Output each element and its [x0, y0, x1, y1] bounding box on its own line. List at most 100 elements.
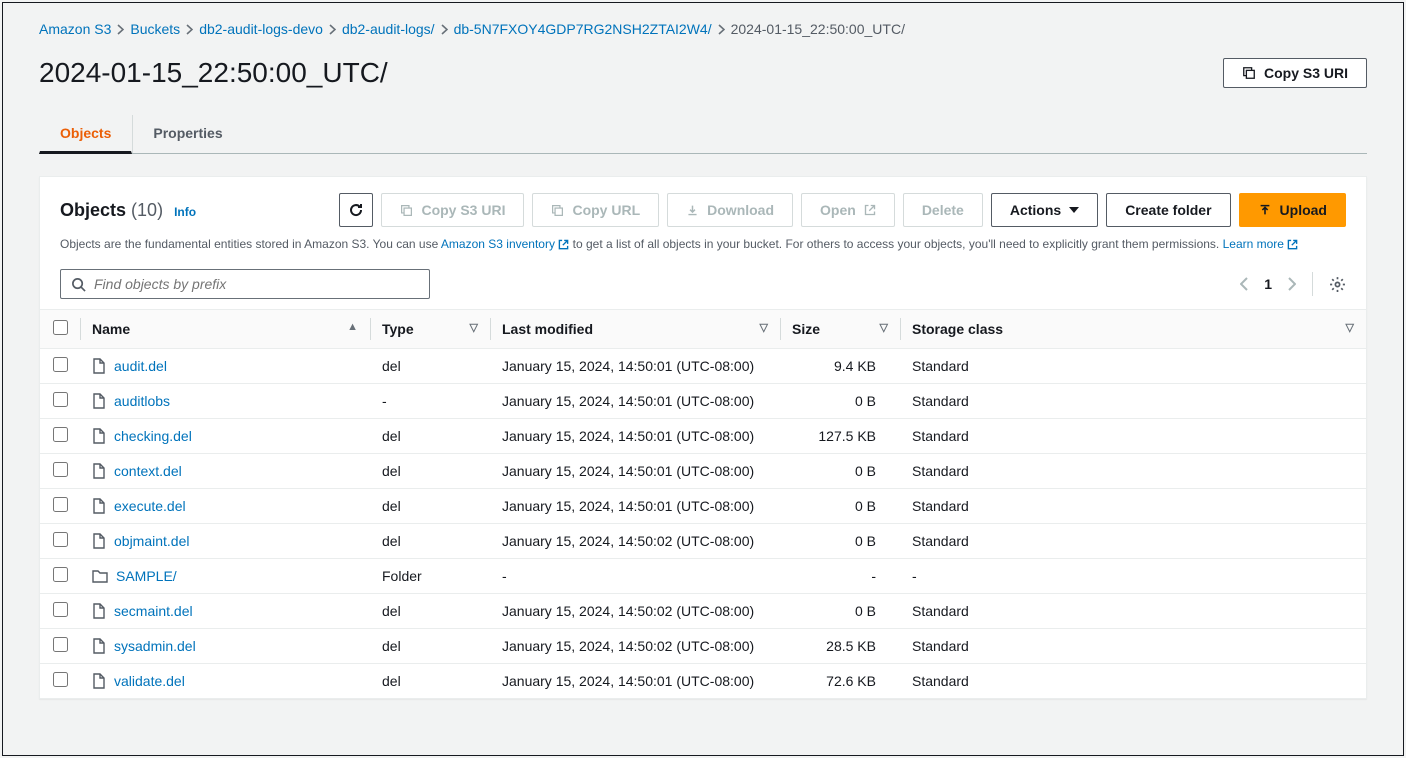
- col-name[interactable]: Name: [92, 321, 130, 337]
- row-checkbox[interactable]: [53, 672, 68, 687]
- actions-button[interactable]: Actions: [991, 193, 1098, 227]
- cell-modified: -: [490, 559, 780, 594]
- row-checkbox[interactable]: [53, 392, 68, 407]
- cell-modified: January 15, 2024, 14:50:01 (UTC-08:00): [490, 454, 780, 489]
- object-link[interactable]: auditlobs: [114, 393, 170, 409]
- col-size[interactable]: Size: [792, 321, 820, 337]
- select-all-checkbox[interactable]: [53, 320, 68, 335]
- row-checkbox[interactable]: [53, 602, 68, 617]
- cell-storage: Standard: [900, 349, 1366, 384]
- file-icon: [92, 673, 106, 689]
- chevron-right-icon: [186, 24, 193, 35]
- folder-icon: [92, 569, 108, 583]
- info-link[interactable]: Info: [174, 205, 196, 219]
- object-link[interactable]: execute.del: [114, 498, 186, 514]
- row-checkbox[interactable]: [53, 427, 68, 442]
- object-link[interactable]: secmaint.del: [114, 603, 193, 619]
- breadcrumb-item[interactable]: Buckets: [130, 21, 180, 37]
- cell-type: del: [370, 524, 490, 559]
- open-button[interactable]: Open: [801, 193, 895, 227]
- copy-url-button[interactable]: Copy URL: [532, 193, 659, 227]
- file-icon: [92, 603, 106, 619]
- col-type[interactable]: Type: [382, 321, 414, 337]
- objects-panel: Objects (10) Info Copy S3 URI: [39, 176, 1367, 699]
- tab-objects[interactable]: Objects: [39, 115, 132, 154]
- upload-button[interactable]: Upload: [1239, 193, 1346, 227]
- prev-page-button[interactable]: [1240, 277, 1248, 291]
- cell-modified: January 15, 2024, 14:50:02 (UTC-08:00): [490, 594, 780, 629]
- row-checkbox[interactable]: [53, 567, 68, 582]
- cell-storage: Standard: [900, 664, 1366, 699]
- search-input[interactable]: [94, 276, 419, 292]
- search-box[interactable]: [60, 269, 430, 299]
- row-checkbox[interactable]: [53, 462, 68, 477]
- object-link[interactable]: objmaint.del: [114, 533, 190, 549]
- cell-storage: -: [900, 559, 1366, 594]
- cell-type: del: [370, 419, 490, 454]
- cell-type: del: [370, 454, 490, 489]
- delete-button[interactable]: Delete: [903, 193, 983, 227]
- object-link[interactable]: context.del: [114, 463, 182, 479]
- table-row: SAMPLE/Folder---: [40, 559, 1366, 594]
- chevron-right-icon: [117, 24, 124, 35]
- actions-label: Actions: [1010, 202, 1061, 218]
- sort-icon: ▽: [470, 321, 478, 334]
- next-page-button[interactable]: [1288, 277, 1296, 291]
- sort-asc-icon: ▲: [347, 321, 358, 333]
- panel-title-text: Objects: [60, 200, 126, 220]
- learn-more-link[interactable]: Learn more: [1223, 237, 1299, 251]
- row-checkbox[interactable]: [53, 637, 68, 652]
- cell-storage: Standard: [900, 524, 1366, 559]
- cell-type: del: [370, 664, 490, 699]
- external-icon: [558, 239, 569, 250]
- learn-more-text: Learn more: [1223, 237, 1284, 251]
- cell-modified: January 15, 2024, 14:50:01 (UTC-08:00): [490, 384, 780, 419]
- settings-button[interactable]: [1329, 276, 1346, 293]
- object-link[interactable]: audit.del: [114, 358, 167, 374]
- col-modified[interactable]: Last modified: [502, 321, 593, 337]
- cell-size: 0 B: [780, 594, 900, 629]
- tab-properties[interactable]: Properties: [132, 115, 243, 153]
- open-label: Open: [820, 202, 856, 218]
- cell-modified: January 15, 2024, 14:50:01 (UTC-08:00): [490, 664, 780, 699]
- object-link[interactable]: sysadmin.del: [114, 638, 196, 654]
- chevron-right-icon: [329, 24, 336, 35]
- row-checkbox[interactable]: [53, 357, 68, 372]
- refresh-icon: [348, 202, 364, 218]
- copy-s3-uri-toolbar-button[interactable]: Copy S3 URI: [381, 193, 524, 227]
- objects-table: Name▲ Type▽ Last modified▽ Size▽ Storage…: [40, 309, 1366, 698]
- file-icon: [92, 463, 106, 479]
- create-folder-button[interactable]: Create folder: [1106, 193, 1230, 227]
- object-link[interactable]: SAMPLE/: [116, 568, 177, 584]
- cell-storage: Standard: [900, 419, 1366, 454]
- cell-storage: Standard: [900, 454, 1366, 489]
- row-checkbox[interactable]: [53, 532, 68, 547]
- breadcrumb-item[interactable]: Amazon S3: [39, 21, 111, 37]
- cell-size: 9.4 KB: [780, 349, 900, 384]
- breadcrumb-item[interactable]: db2-audit-logs/: [342, 21, 435, 37]
- search-icon: [71, 277, 86, 292]
- cell-size: 0 B: [780, 454, 900, 489]
- copy-icon: [551, 204, 564, 217]
- delete-label: Delete: [922, 202, 964, 218]
- cell-size: 127.5 KB: [780, 419, 900, 454]
- table-row: execute.deldelJanuary 15, 2024, 14:50:01…: [40, 489, 1366, 524]
- row-checkbox[interactable]: [53, 497, 68, 512]
- cell-type: del: [370, 629, 490, 664]
- inventory-link[interactable]: Amazon S3 inventory: [441, 237, 569, 251]
- chevron-right-icon: [441, 24, 448, 35]
- download-button[interactable]: Download: [667, 193, 793, 227]
- object-link[interactable]: validate.del: [114, 673, 185, 689]
- breadcrumb-item[interactable]: db2-audit-logs-devo: [199, 21, 323, 37]
- breadcrumb-item[interactable]: db-5N7FXOY4GDP7RG2NSH2ZTAI2W4/: [454, 21, 712, 37]
- object-link[interactable]: checking.del: [114, 428, 192, 444]
- external-icon: [864, 204, 876, 216]
- download-icon: [686, 204, 699, 217]
- cell-size: 0 B: [780, 489, 900, 524]
- external-icon: [1287, 239, 1298, 250]
- col-storage[interactable]: Storage class: [912, 321, 1003, 337]
- refresh-button[interactable]: [339, 193, 373, 227]
- copy-s3-uri-button[interactable]: Copy S3 URI: [1223, 58, 1367, 88]
- file-icon: [92, 533, 106, 549]
- caret-down-icon: [1069, 207, 1079, 213]
